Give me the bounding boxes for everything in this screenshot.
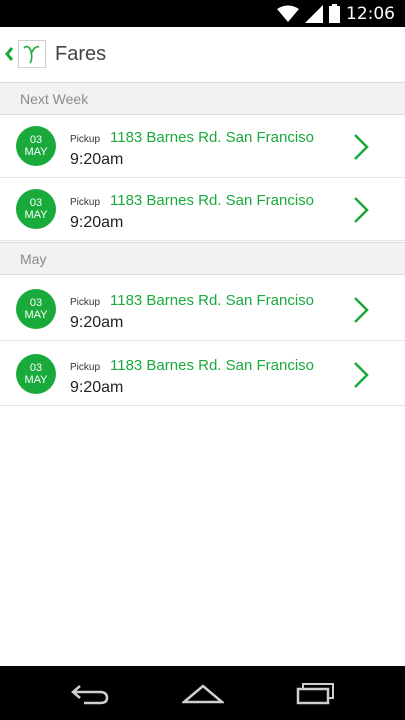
date-badge: 03 MAY: [16, 354, 56, 394]
date-month: MAY: [24, 146, 48, 158]
battery-icon: [329, 4, 340, 23]
date-day: 03: [29, 134, 43, 146]
page-title: Fares: [55, 43, 107, 65]
pickup-address: 1183 Barnes Rd. San Franciso: [110, 192, 315, 209]
fare-row[interactable]: 03 MAY Pickup 1183 Barnes Rd. San Franci…: [0, 343, 405, 406]
pickup-label: Pickup: [70, 297, 101, 308]
chevron-right-icon[interactable]: [353, 361, 369, 389]
chevron-right-icon[interactable]: [353, 296, 369, 324]
date-badge: 03 MAY: [16, 289, 56, 329]
date-day: 03: [29, 197, 43, 209]
recents-nav-icon[interactable]: [296, 680, 336, 706]
back-nav-icon[interactable]: [70, 680, 110, 706]
pickup-label: Pickup: [70, 134, 101, 145]
date-month: MAY: [24, 374, 48, 386]
logo-mark-icon: [23, 45, 40, 64]
app-bar: Fares: [0, 27, 405, 83]
fare-row[interactable]: 03 MAY Pickup 1183 Barnes Rd. San Franci…: [0, 115, 405, 178]
system-nav-bar: [0, 666, 405, 720]
status-time: 12:06: [346, 3, 395, 24]
section-header-next-week: Next Week: [0, 82, 405, 115]
fare-row[interactable]: 03 MAY Pickup 1183 Barnes Rd. San Franci…: [0, 278, 405, 341]
status-bar: 12:06: [0, 0, 405, 27]
pickup-time: 9:20am: [70, 379, 124, 396]
pickup-time: 9:20am: [70, 214, 124, 231]
pickup-address: 1183 Barnes Rd. San Franciso: [110, 292, 315, 309]
section-header-label: May: [20, 251, 47, 267]
pickup-time: 9:20am: [70, 314, 124, 331]
fare-row[interactable]: 03 MAY Pickup 1183 Barnes Rd. San Franci…: [0, 178, 405, 241]
section-header-may: May: [0, 242, 405, 275]
date-month: MAY: [24, 309, 48, 321]
pickup-label: Pickup: [70, 197, 101, 208]
pickup-label: Pickup: [70, 362, 101, 373]
back-chevron-icon[interactable]: [4, 43, 14, 65]
pickup-time: 9:20am: [70, 151, 124, 168]
pickup-address: 1183 Barnes Rd. San Franciso: [110, 129, 315, 146]
status-icons: 12:06: [277, 3, 395, 24]
section-header-label: Next Week: [20, 91, 89, 107]
pickup-address: 1183 Barnes Rd. San Franciso: [110, 357, 315, 374]
date-month: MAY: [24, 209, 48, 221]
app-logo[interactable]: [18, 40, 46, 68]
chevron-right-icon[interactable]: [353, 196, 369, 224]
home-nav-icon[interactable]: [182, 680, 224, 706]
date-day: 03: [29, 297, 43, 309]
date-day: 03: [29, 362, 43, 374]
date-badge: 03 MAY: [16, 189, 56, 229]
signal-icon: [305, 4, 323, 23]
wifi-icon: [277, 5, 299, 22]
date-badge: 03 MAY: [16, 126, 56, 166]
chevron-right-icon[interactable]: [353, 133, 369, 161]
